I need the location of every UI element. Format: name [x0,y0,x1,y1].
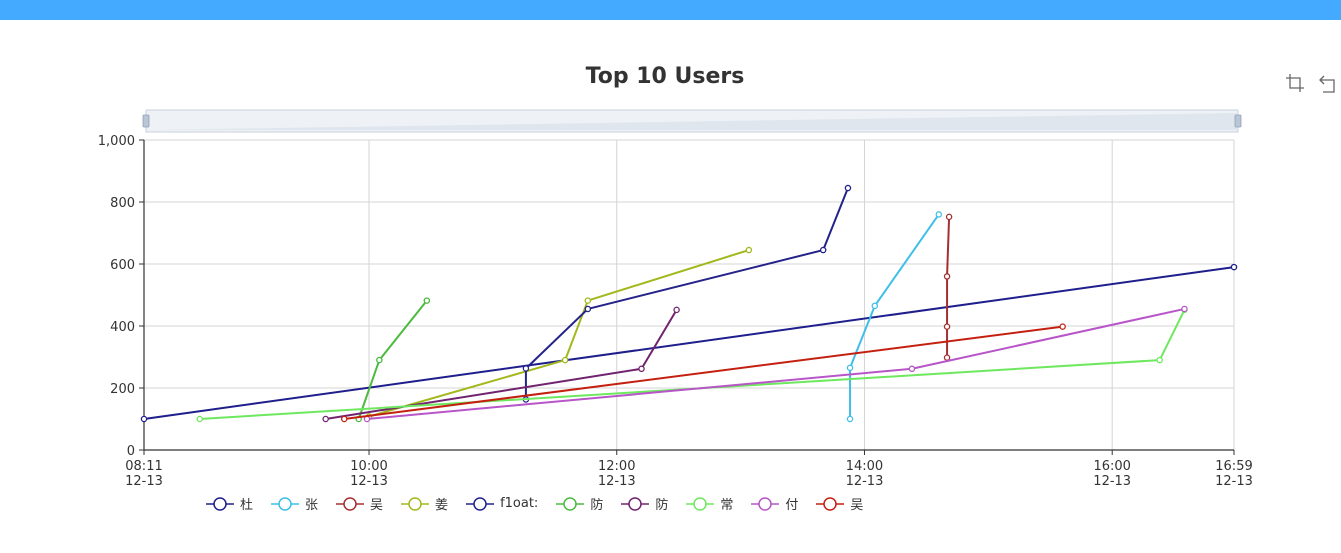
data-point [340,415,348,423]
legend-marker-icon [816,496,845,511]
x-tick-date-label: 12-13 [125,474,163,489]
data-point [908,365,916,373]
legend-item[interactable]: 吴 [815,494,863,513]
legend-item[interactable]: 常 [685,494,733,513]
data-point [846,364,854,372]
x-tick-date-label: 12-13 [1215,474,1253,489]
legend-label: 防 [590,498,604,513]
datazoom-handle-right[interactable] [1234,114,1242,128]
legend-label: 杜 [240,498,254,513]
legend-item[interactable]: 防 [555,494,603,513]
data-point [561,356,569,364]
legend-item[interactable]: 姜 [400,494,448,513]
legend-item[interactable]: 吴 [335,494,383,513]
data-point [844,184,852,192]
data-point [584,305,592,313]
legend-label: 付 [785,498,799,513]
legend-label: 防 [655,498,669,513]
y-tick-label: 800 [110,196,135,211]
x-tick-label: 08:11 [125,459,162,474]
x-tick-label: 16:59 [1215,459,1252,474]
x-tick-date-label: 12-13 [598,474,636,489]
data-point [638,365,645,373]
x-tick-date-label: 12-13 [846,474,884,489]
x-tick-label: 16:00 [1093,459,1130,474]
legend-marker-icon [686,496,715,511]
legend-label: 常 [720,498,734,513]
data-point [584,297,592,304]
legend-label: 吴 [370,498,384,513]
y-tick-label: 600 [110,258,135,273]
y-tick-label: 200 [110,382,135,397]
legend-label: 姜 [435,498,449,513]
data-point [945,213,953,221]
series-lines [140,184,1238,423]
y-tick-label: 400 [110,320,135,335]
legend-marker-icon [271,496,300,511]
series-line [524,187,849,400]
x-tick-label: 14:00 [846,459,883,474]
grid-lines [144,139,1235,450]
legend-marker-icon [751,496,780,511]
legend-marker-icon [401,496,430,511]
data-point [1230,263,1238,271]
legend-marker-icon [621,496,650,511]
datazoom-slider[interactable] [142,109,1242,133]
legend-label: 吴 [850,498,864,513]
series-line [143,266,1235,420]
data-point [423,297,431,304]
data-point [943,273,951,280]
legend-item[interactable]: 杜 [205,494,253,513]
data-point [745,246,753,254]
legend-marker-icon [466,496,495,511]
data-point [1059,323,1066,330]
legend-item[interactable]: 张 [270,494,318,513]
data-point [1181,305,1188,313]
data-point [935,211,943,218]
legend-label: 张 [305,498,319,513]
legend-item[interactable]: 防 [620,494,668,513]
data-point [140,415,148,423]
data-point [196,415,203,423]
legend-label: f1oat: [500,496,539,511]
legend: 杜 张 吴 姜 f1oat: 防 防 常 付 吴 [205,494,880,513]
y-tick-label: 1,000 [98,134,135,149]
legend-marker-icon [556,496,585,511]
datazoom-handle-left[interactable] [142,114,150,128]
x-tick-date-label: 12-13 [350,474,388,489]
data-point [522,365,530,372]
data-point [376,356,383,364]
data-point [322,415,329,423]
x-tick-label: 10:00 [350,459,387,474]
data-point [846,415,854,423]
legend-marker-icon [206,496,234,511]
series-line [946,216,951,358]
y-tick-label: 0 [127,444,135,459]
data-point [871,302,879,310]
line-chart: 02004006008001,00008:1112-1310:0012-1312… [98,109,1253,489]
data-point [819,246,827,254]
legend-item[interactable]: f1oat: [465,494,538,513]
legend-marker-icon [336,496,365,511]
data-point [943,323,951,330]
data-point [943,354,951,361]
data-point [673,306,680,314]
data-point [1156,356,1163,364]
x-tick-date-label: 12-13 [1093,474,1131,489]
legend-item[interactable]: 付 [750,494,798,513]
x-tick-label: 12:00 [598,459,635,474]
